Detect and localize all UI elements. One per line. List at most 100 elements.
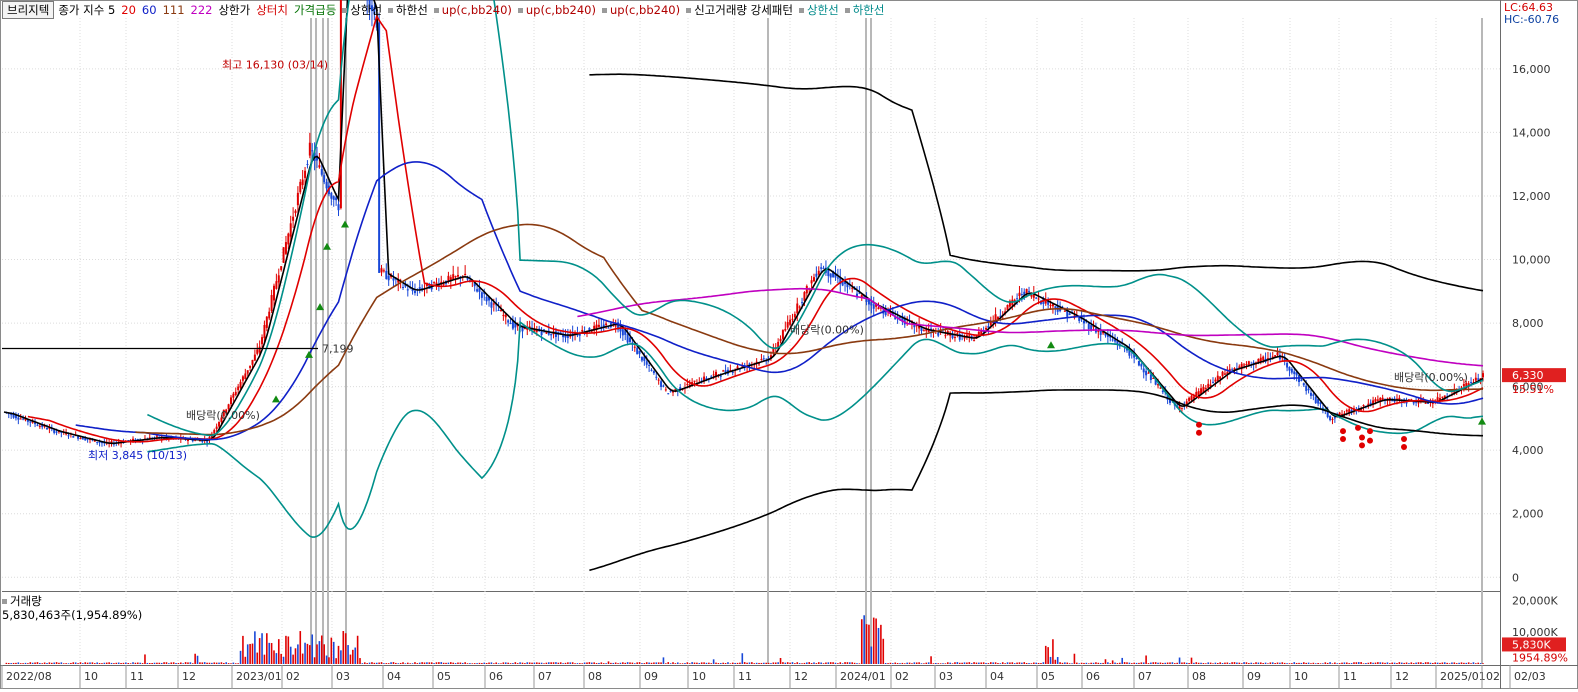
volume-bar [74,662,77,664]
volume-bar [550,662,552,664]
signal-dot-marker [1359,442,1365,449]
x-tick-label: 11 [738,670,752,683]
volume-bar [875,618,877,664]
legend-item[interactable]: 신고거래량 강세패턴 [686,3,793,17]
volume-bar [602,663,605,664]
volume-bar [538,662,541,664]
volume-bar [208,662,211,664]
candle-body [1470,382,1473,384]
volume-bar [273,650,275,664]
volume-bar [84,662,87,664]
volume-bar [880,624,882,664]
candle-body [1376,399,1379,401]
legend-item[interactable]: up(c,bb240) [517,3,596,17]
volume-bar [306,643,309,664]
volume-bar [660,662,662,664]
y-tick-label: 4,000 [1512,444,1544,457]
legend-item[interactable]: 상터치 [256,3,288,17]
volume-bar [1085,662,1088,664]
legend-item[interactable]: 가격급등 [294,3,336,17]
volume-bar [918,662,920,664]
volume-bar [337,645,340,664]
volume-bar [203,662,206,664]
volume-bar [1090,662,1092,664]
candle-body [985,327,988,330]
volume-bar [583,662,586,664]
candle-body [1137,360,1140,366]
volume-bar [753,663,756,664]
volume-bar [36,662,39,664]
volume-bar [1130,663,1133,664]
volume-bar [309,645,311,664]
volume-bar [547,662,550,664]
legend-marker [388,8,394,13]
volume-bar [975,662,978,664]
volume-bar [175,663,177,664]
volume-bar [727,662,729,664]
close-label: 종가 지수 5 [58,3,116,17]
volume-bar [1357,662,1360,664]
volume-bar [120,663,122,664]
legend-item-label: 상한선 [806,3,839,17]
candle-body [1424,402,1427,404]
volume-bar [318,641,321,664]
volume-last-value: 5,830K [1512,638,1551,651]
x-tick-label: 05 [437,670,451,683]
volume-bar [645,662,648,664]
volume-bar [292,654,294,664]
volume-bar [1114,662,1116,664]
volume-bar [289,646,292,664]
x-tick-label: 02/03 [1514,670,1546,683]
volume-bar [397,663,400,664]
signal-dot-marker [1196,421,1202,428]
legend-item[interactable]: 상한가 [218,3,250,17]
volume-bar [698,663,701,664]
candle-body [380,268,383,273]
volume-bar [261,633,263,664]
legend-item[interactable]: 하한선 [844,3,884,17]
volume-bar [115,662,118,664]
volume-bar [1348,663,1350,664]
volume-bar [1377,662,1379,664]
volume-bar [684,663,686,664]
volume-bar [39,662,41,664]
volume-bar [1078,663,1081,664]
volume-bar [514,662,517,664]
volume-bar [858,663,861,664]
volume-bar [1281,662,1284,664]
candle-body [1147,372,1150,374]
candle-body [72,436,75,438]
volume-bar [361,663,364,664]
candle-body [1333,417,1336,419]
stock-name-tag[interactable]: 브리지텍 [2,1,55,19]
legend-item[interactable]: up(c,bb240) [601,3,680,17]
legend-item[interactable]: 상한선 [798,3,839,17]
volume-legend: 거래량 5,830,463주(1,954.89%) [2,594,142,622]
volume-bar [366,663,368,664]
candle-body [621,329,624,336]
candle-body [614,325,617,327]
volume-bar [516,663,519,664]
volume-bar [839,662,842,664]
candle-body [253,354,256,361]
volume-bar [244,656,247,664]
volume-bar [1302,662,1305,664]
legend-item[interactable]: 상한선 [342,3,382,17]
volume-bar [1157,662,1159,664]
volume-bar [968,662,971,664]
volume-bar [622,662,624,664]
volume-bar [1016,662,1018,664]
volume-bar [1064,662,1066,664]
volume-bar [1403,662,1405,664]
volume-bar [569,662,572,664]
legend-item[interactable]: up(c,bb240) [433,3,512,17]
volume-bar [961,662,963,664]
volume-bar [992,662,994,664]
candle-body [607,327,610,329]
candle-body [206,441,209,443]
candle-body [793,314,796,318]
legend-item[interactable]: 하한선 [388,3,428,17]
volume-bar [832,662,834,664]
volume-bar [404,663,407,664]
volume-bar [784,662,787,664]
